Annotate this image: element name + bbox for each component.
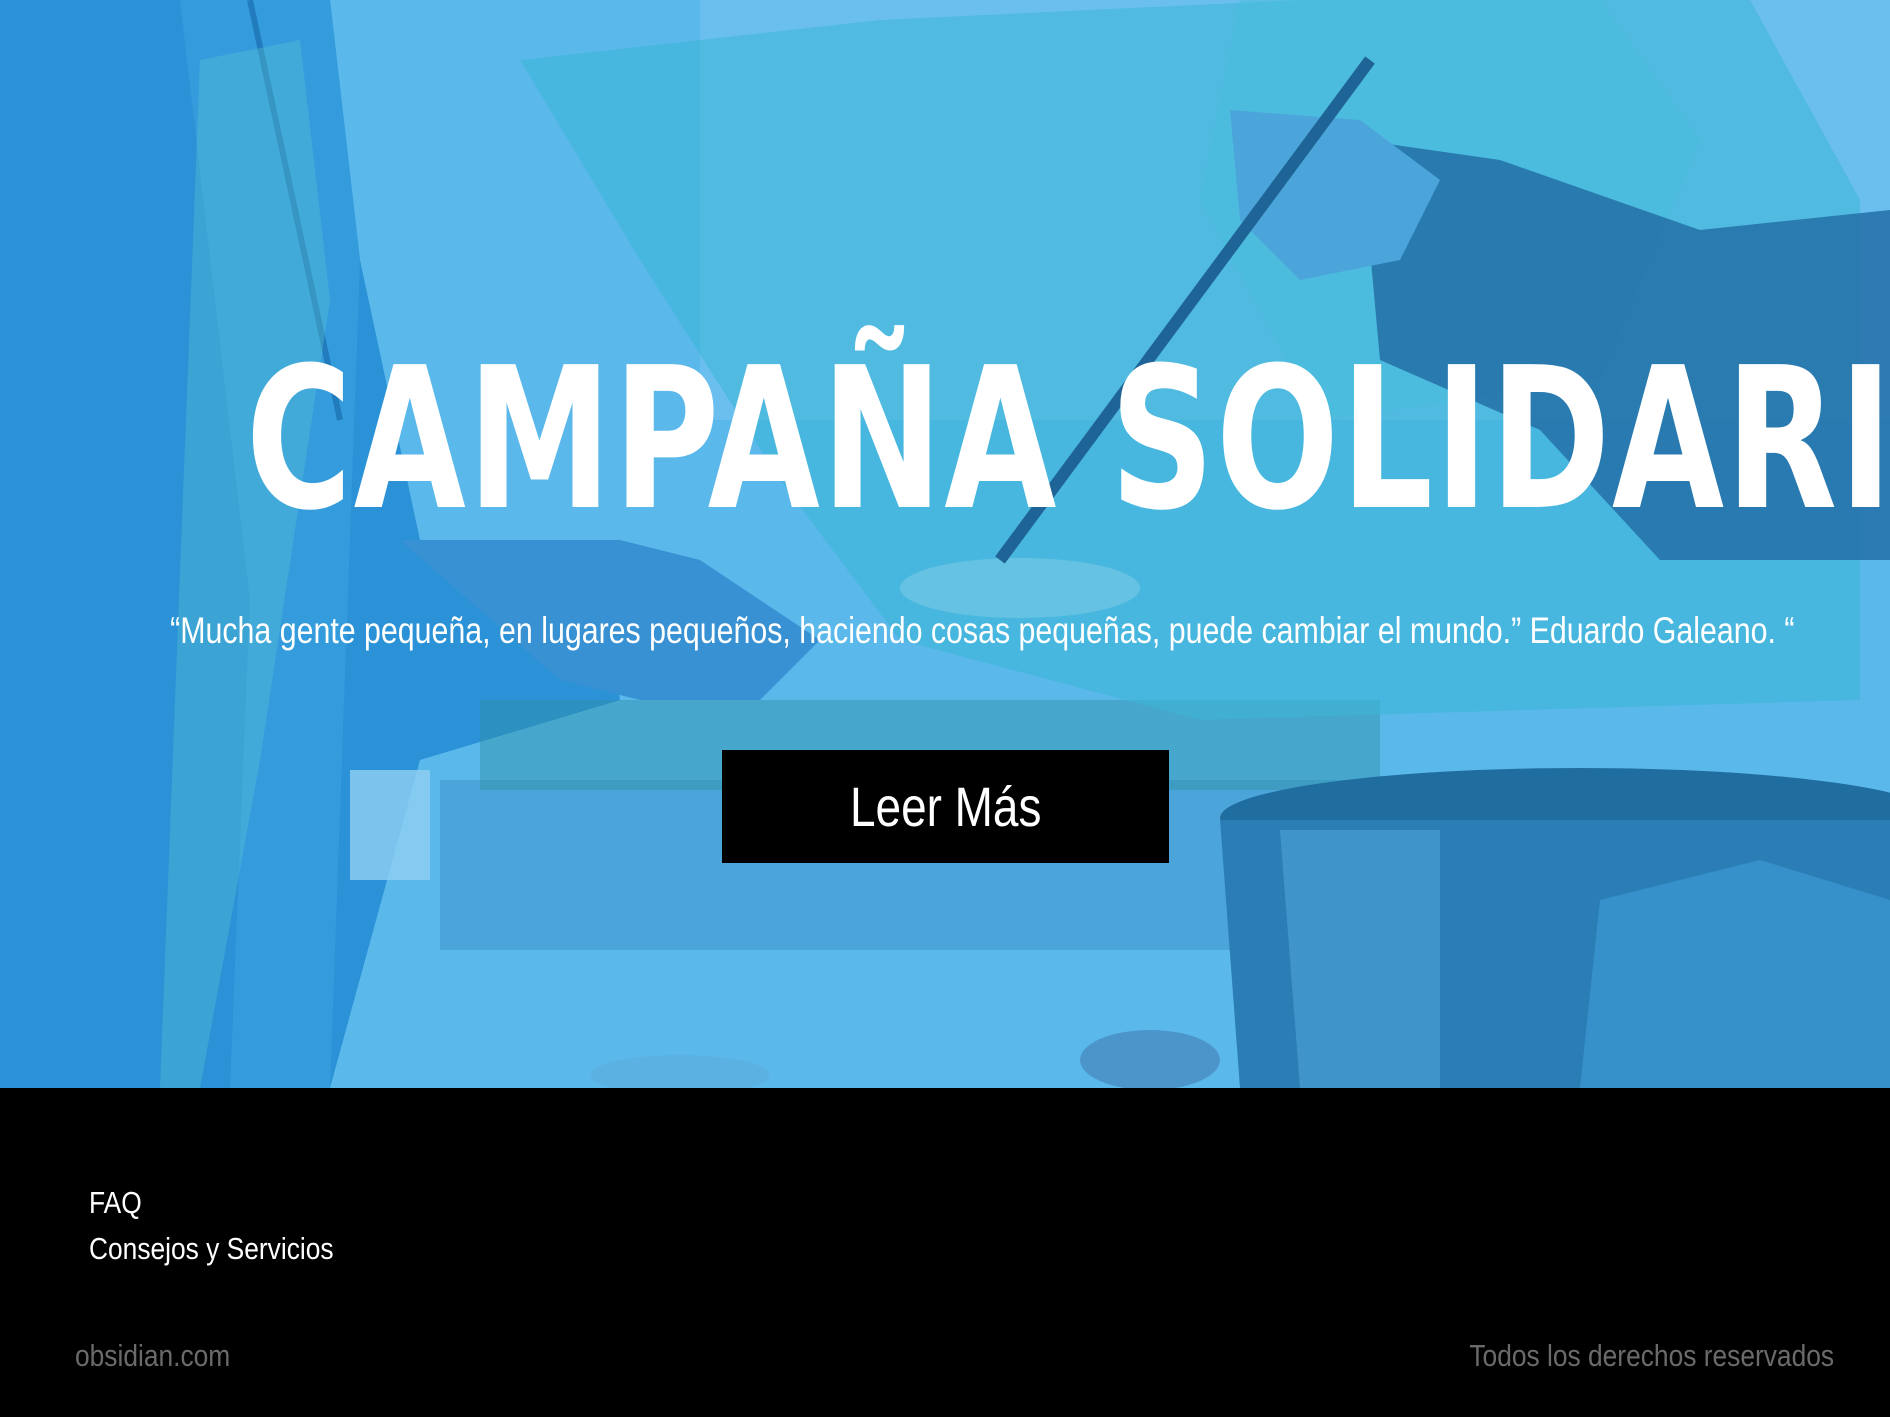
hero-section: CAMPAÑA SOLIDARIA “Mucha gente pequeña, … [0, 0, 1890, 1088]
footer-copyright: Todos los derechos reservados [1469, 1338, 1834, 1373]
footer-domain: obsidian.com [75, 1338, 231, 1373]
footer-links: FAQ Consejos y Servicios [89, 1180, 377, 1272]
read-more-button[interactable]: Leer Más [722, 750, 1169, 863]
footer-link-faq[interactable]: FAQ [89, 1180, 334, 1226]
read-more-button-label: Leer Más [849, 775, 1042, 838]
footer-link-consejos-servicios[interactable]: Consejos y Servicios [89, 1226, 334, 1272]
hero-quote: “Mucha gente pequeña, en lugares pequeño… [170, 610, 1795, 651]
hero-title: CAMPAÑA SOLIDARIA [245, 326, 1890, 554]
